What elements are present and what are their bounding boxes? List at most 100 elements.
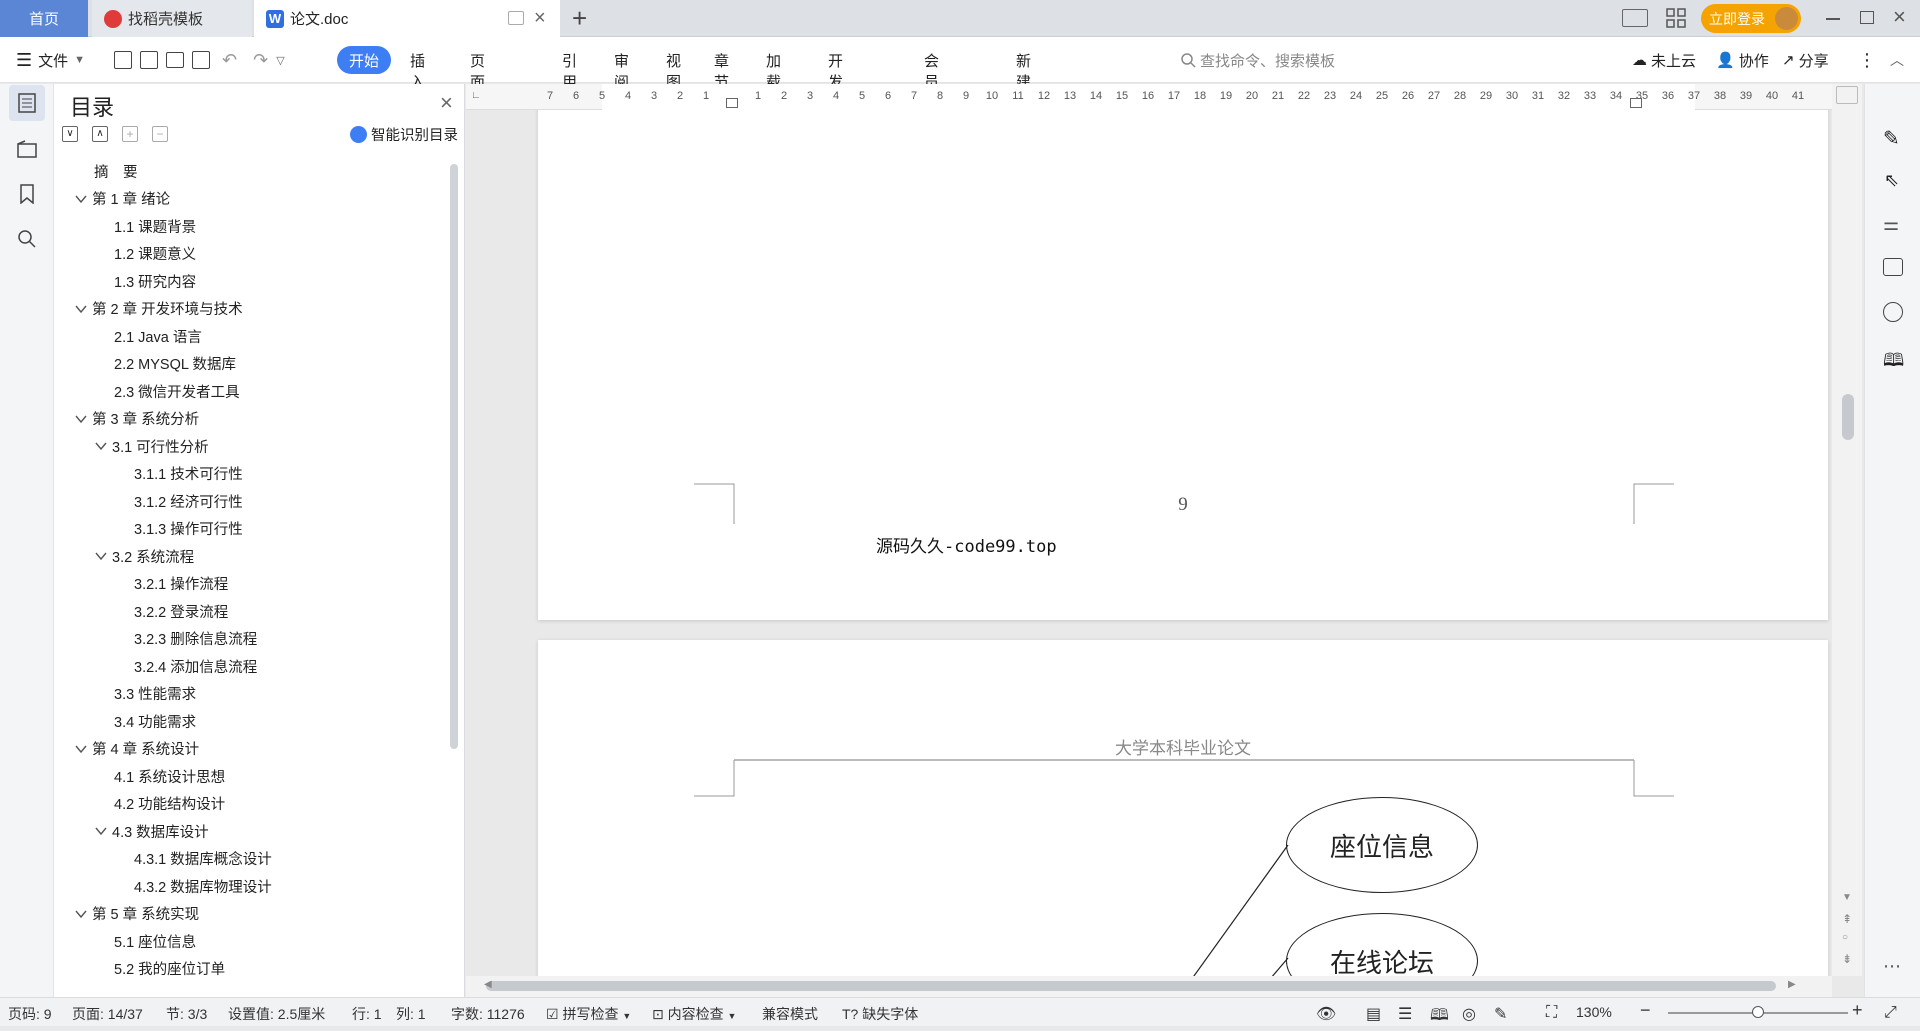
new-tab-button[interactable]: + xyxy=(572,3,587,34)
toc-item[interactable]: 3.2.2 登录流程 xyxy=(134,600,228,622)
adjust-icon[interactable]: ⚌ xyxy=(1883,214,1899,235)
save-icon[interactable] xyxy=(114,51,132,69)
toc-nav-icon[interactable] xyxy=(9,85,45,121)
toc-item[interactable]: 1.3 研究内容 xyxy=(114,270,196,292)
apps-grid-icon[interactable] xyxy=(1666,8,1686,28)
print-icon[interactable] xyxy=(166,52,184,68)
status-setting[interactable]: 设置值: 2.5厘米 xyxy=(228,1004,325,1024)
spell-check-toggle[interactable]: ☑ 拼写检查 ▼ xyxy=(546,1004,631,1024)
vertical-scrollbar[interactable]: ▼ ⇞ ○ ⇟ xyxy=(1832,84,1862,976)
horizontal-ruler[interactable]: ∟ 7 6 5 4 3 2 1 1 2 3 4 5 6 7 8 9 10 11 12 13 14 15 16 17 18 19 20… xyxy=(466,84,1832,110)
expand-all-icon[interactable]: ∨ xyxy=(62,126,78,142)
speed-icon[interactable] xyxy=(1883,302,1903,322)
minimize-icon[interactable] xyxy=(1826,18,1840,20)
layout-switch-icon[interactable] xyxy=(1622,9,1648,27)
close-tab-icon[interactable]: × xyxy=(534,7,546,30)
reading-icon[interactable]: 🕮 xyxy=(1883,348,1904,378)
toc-item[interactable]: 3.2 系统流程 xyxy=(94,545,194,567)
page-view-icon[interactable]: ▤ xyxy=(1366,1004,1381,1024)
tab-start[interactable]: 开始 xyxy=(337,46,392,74)
chevron-down-icon[interactable] xyxy=(74,907,88,921)
prev-page-icon[interactable]: ⇞ xyxy=(1842,912,1852,926)
undo-icon[interactable]: ↶ xyxy=(222,50,237,71)
zoom-in-icon[interactable]: + xyxy=(1852,1000,1863,1021)
toc-item[interactable]: 3.1 可行性分析 xyxy=(94,435,209,457)
zoom-level[interactable]: 130% xyxy=(1576,1004,1612,1020)
toc-item[interactable]: 3.1.1 技术可行性 xyxy=(134,463,243,485)
toc-item[interactable]: 2.1 Java 语言 xyxy=(114,325,202,347)
toc-item[interactable]: 5.1 座位信息 xyxy=(114,930,196,952)
scroll-down-icon[interactable]: ▼ xyxy=(1842,892,1852,903)
chevron-down-icon[interactable] xyxy=(74,742,88,756)
status-col[interactable]: 列: 1 xyxy=(396,1004,426,1024)
status-section[interactable]: 节: 3/3 xyxy=(166,1004,207,1024)
eye-protect-icon[interactable]: 👁 xyxy=(1316,1004,1336,1024)
status-page[interactable]: 页码: 9 xyxy=(8,1004,52,1024)
missing-font[interactable]: T? 缺失字体 xyxy=(842,1004,918,1024)
status-words[interactable]: 字数: 11276 xyxy=(451,1004,525,1024)
share-button[interactable]: ↗ 分享 xyxy=(1782,37,1829,83)
collapse-all-icon[interactable]: ∧ xyxy=(92,126,108,142)
write-view-icon[interactable]: ✎ xyxy=(1494,1004,1507,1024)
customize-icon[interactable]: ▽ xyxy=(276,54,284,67)
edit-pen-icon[interactable]: ✎ xyxy=(1883,126,1900,151)
redo-icon[interactable]: ↷ xyxy=(253,50,268,71)
chevron-down-icon[interactable] xyxy=(94,549,108,563)
read-view-icon[interactable]: 🕮 xyxy=(1430,1004,1449,1031)
zoom-out-icon[interactable]: − xyxy=(1640,1000,1651,1021)
toc-item[interactable]: 第 4 章 系统设计 xyxy=(74,738,199,760)
status-row[interactable]: 行: 1 xyxy=(352,1004,382,1024)
login-button[interactable]: 立即登录 xyxy=(1701,4,1801,33)
toc-item[interactable]: 3.4 功能需求 xyxy=(114,710,196,732)
toc-item[interactable]: 2.3 微信开发者工具 xyxy=(114,380,240,402)
toc-item[interactable]: 3.2.4 添加信息流程 xyxy=(134,655,257,677)
toc-item[interactable]: 1.1 课题背景 xyxy=(114,215,196,237)
scroll-left-icon[interactable]: ◀ xyxy=(484,979,492,990)
toc-item[interactable]: 5.2 我的座位订单 xyxy=(114,958,225,980)
toc-item[interactable]: 3.1.2 经济可行性 xyxy=(134,490,243,512)
chevron-down-icon[interactable] xyxy=(74,192,88,206)
toc-item[interactable]: 第 3 章 系统分析 xyxy=(74,408,199,430)
split-view-icon[interactable] xyxy=(1836,86,1858,104)
find-icon[interactable] xyxy=(9,221,45,257)
toc-item[interactable]: 4.3 数据库设计 xyxy=(94,820,209,842)
toc-item[interactable]: 3.3 性能需求 xyxy=(114,683,196,705)
left-indent-marker[interactable] xyxy=(726,98,738,108)
file-menu[interactable]: ☰ 文件 ▼ xyxy=(16,37,85,83)
chevron-down-icon[interactable] xyxy=(74,302,88,316)
horizontal-scroll-thumb[interactable] xyxy=(486,981,1776,991)
collaborate-button[interactable]: 👤 协作 xyxy=(1716,37,1769,83)
web-view-icon[interactable]: ◎ xyxy=(1462,1004,1476,1024)
outline-view-icon[interactable]: ☰ xyxy=(1398,1004,1412,1024)
fullscreen-icon[interactable]: ⤢ xyxy=(1884,1004,1897,1022)
cursor-icon[interactable]: ⇖ xyxy=(1884,170,1899,191)
pin-tab-icon[interactable] xyxy=(508,11,524,25)
toc-item[interactable]: 4.3.1 数据库概念设计 xyxy=(134,848,272,870)
image-tool-icon[interactable] xyxy=(1883,258,1903,276)
toc-item[interactable]: 第 2 章 开发环境与技术 xyxy=(74,298,243,320)
scroll-right-icon[interactable]: ▶ xyxy=(1788,979,1796,990)
toc-item[interactable]: 2.2 MYSQL 数据库 xyxy=(114,353,236,375)
smart-toc-button[interactable]: 智能识别目录 xyxy=(350,124,458,145)
toc-item[interactable]: 1.2 课题意义 xyxy=(114,243,196,265)
close-window-icon[interactable]: × xyxy=(1893,4,1906,30)
toc-scrollbar[interactable] xyxy=(450,164,458,749)
tab-document[interactable]: W 论文.doc × xyxy=(254,0,560,37)
toc-item[interactable]: 3.2.3 删除信息流程 xyxy=(134,628,257,650)
chevron-down-icon[interactable] xyxy=(94,824,108,838)
tab-home[interactable]: 首页 xyxy=(0,0,88,37)
cloud-status[interactable]: ☁ 未上云 xyxy=(1632,37,1696,83)
tab-template[interactable]: 找稻壳模板 xyxy=(92,0,252,37)
toc-item[interactable]: 第 5 章 系统实现 xyxy=(74,903,199,925)
remove-heading-icon[interactable]: − xyxy=(152,126,168,142)
chevron-down-icon[interactable] xyxy=(74,412,88,426)
next-page-icon[interactable]: ⇟ xyxy=(1842,952,1852,966)
more-icon[interactable]: ⋮ xyxy=(1858,37,1876,83)
toc-item[interactable]: 4.1 系统设计思想 xyxy=(114,765,225,787)
bookmark-icon[interactable] xyxy=(9,176,45,212)
command-search[interactable]: 查找命令、搜索模板 xyxy=(1180,37,1335,83)
restore-icon[interactable] xyxy=(1860,11,1874,24)
toc-item[interactable]: 3.2.1 操作流程 xyxy=(134,573,228,595)
horizontal-scrollbar[interactable]: ◀ ▶ xyxy=(466,976,1832,997)
vertical-scroll-thumb[interactable] xyxy=(1842,394,1854,440)
